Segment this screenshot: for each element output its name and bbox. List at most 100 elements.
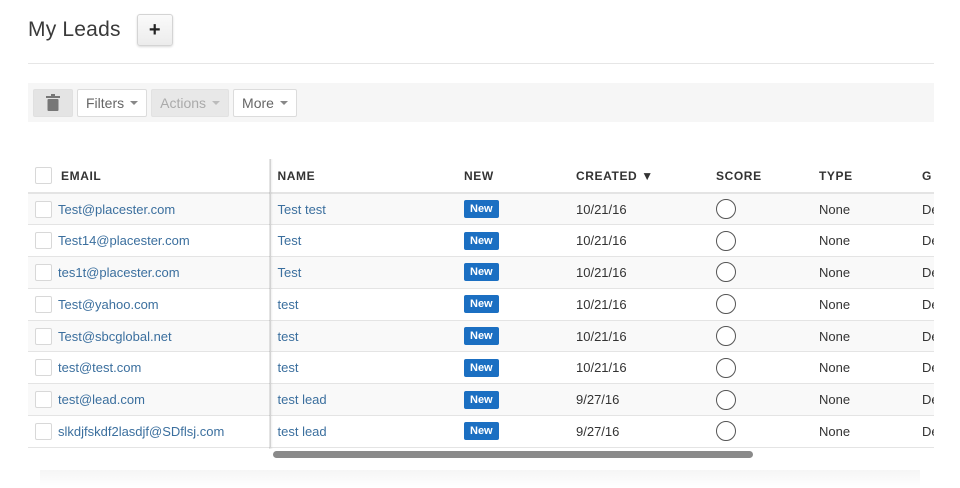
cell-extra: De — [915, 288, 934, 321]
table-row[interactable]: Test14@placester.com Test New 10/21/16 None D… — [28, 224, 934, 258]
table-row[interactable]: test@test.com test New 10/21/16 NoneDe — [28, 351, 934, 385]
cell-score — [709, 256, 812, 289]
lead-name-link[interactable]: test — [278, 297, 299, 312]
lead-name-link[interactable]: test — [278, 329, 299, 344]
table-row[interactable]: tes1t@placester.com Test New 10/21/16 NoneDe — [28, 256, 934, 289]
cell-new: New — [457, 415, 569, 448]
cell-email: slkdjfskdf2lasdjf@SDflsj.com — [28, 415, 271, 448]
more-dropdown[interactable]: More — [233, 88, 297, 117]
row-checkbox[interactable] — [35, 263, 52, 281]
cell-email: Test@sbcglobal.net — [28, 320, 271, 353]
cell-extra: De — [915, 351, 934, 385]
score-circle-icon — [716, 421, 736, 442]
cell-score — [709, 320, 812, 353]
cell-type: None — [812, 288, 915, 321]
page-header: My Leads + — [28, 12, 173, 48]
cell-new: New — [457, 320, 569, 353]
lead-name-link[interactable]: Test — [278, 265, 302, 280]
lead-email-link[interactable]: Test@placester.com — [58, 202, 175, 217]
lead-name-link[interactable]: Test — [278, 233, 302, 248]
column-header-email[interactable]: EMAIL — [28, 159, 271, 194]
column-header-type[interactable]: TYPE — [812, 159, 915, 194]
status-badge: New — [464, 231, 499, 250]
column-header-name[interactable]: NAME — [270, 159, 457, 194]
select-all-checkbox[interactable] — [35, 167, 52, 184]
cell-score — [709, 224, 812, 258]
score-circle-icon — [716, 326, 736, 347]
lead-name-link[interactable]: Test test — [278, 202, 326, 217]
status-badge: New — [464, 422, 499, 441]
lead-email-link[interactable]: tes1t@placester.com — [58, 265, 180, 280]
cell-new: New — [457, 224, 569, 258]
status-badge: New — [464, 390, 499, 409]
column-header-extra[interactable]: G — [915, 159, 934, 194]
score-circle-icon — [716, 230, 736, 251]
column-header-new[interactable]: NEW — [457, 159, 569, 194]
cell-score — [709, 351, 812, 385]
lead-name-link[interactable]: test lead — [278, 424, 327, 439]
cell-score — [709, 288, 812, 321]
cell-email: test@lead.com — [28, 383, 271, 417]
cell-name: test — [270, 351, 457, 385]
cell-name: test — [270, 288, 457, 321]
cell-new: New — [457, 351, 569, 385]
row-checkbox[interactable] — [35, 391, 52, 409]
cell-extra: De — [915, 256, 934, 289]
row-checkbox[interactable] — [35, 359, 52, 377]
table-row[interactable]: Test@yahoo.com test New 10/21/16 NoneDe — [28, 288, 934, 321]
cell-extra: De — [915, 320, 934, 353]
table-header-row: EMAIL NAME NEW CREATED ▼ SCORE TYPE G — [28, 159, 934, 194]
cell-extra: De — [915, 383, 934, 417]
cell-score — [709, 415, 812, 448]
lead-email-link[interactable]: test@lead.com — [58, 392, 145, 407]
toolbar: Filters Actions More — [28, 83, 934, 122]
column-header-score[interactable]: SCORE — [709, 159, 812, 194]
lead-email-link[interactable]: Test14@placester.com — [58, 233, 190, 248]
more-label: More — [242, 94, 274, 111]
column-header-created[interactable]: CREATED ▼ — [569, 159, 709, 194]
bottom-shadow — [40, 470, 920, 488]
leads-table: EMAIL NAME NEW CREATED ▼ SCORE TYPE G Te… — [28, 159, 934, 448]
table-row[interactable]: Test@sbcglobal.net test New 10/21/16 NoneDe — [28, 320, 934, 353]
table-row[interactable]: slkdjfskdf2lasdjf@SDflsj.com test lead New… — [28, 415, 934, 448]
lead-email-link[interactable]: test@test.com — [58, 360, 141, 375]
add-lead-button[interactable]: + — [136, 14, 173, 46]
chevron-down-icon — [279, 100, 288, 105]
cell-email: Test@placester.com — [28, 193, 271, 226]
lead-email-link[interactable]: Test@sbcglobal.net — [58, 329, 172, 344]
row-checkbox[interactable] — [35, 327, 52, 345]
cell-new: New — [457, 288, 569, 321]
cell-email: Test@yahoo.com — [28, 288, 271, 321]
cell-type: None — [812, 351, 915, 385]
row-checkbox[interactable] — [35, 200, 52, 218]
row-checkbox[interactable] — [35, 232, 52, 250]
cell-new: New — [457, 256, 569, 289]
header-divider — [28, 63, 934, 64]
cell-name: Test test — [270, 193, 457, 226]
actions-dropdown[interactable]: Actions — [151, 88, 230, 117]
cell-score — [709, 193, 812, 226]
cell-created: 10/21/16 — [569, 320, 709, 353]
filters-dropdown[interactable]: Filters — [77, 88, 148, 117]
cell-name: test lead — [270, 383, 457, 417]
cell-type: None — [812, 415, 915, 448]
cell-name: Test — [270, 256, 457, 289]
lead-name-link[interactable]: test lead — [278, 392, 327, 407]
row-checkbox[interactable] — [35, 422, 52, 440]
score-circle-icon — [716, 294, 736, 315]
row-checkbox[interactable] — [35, 295, 52, 313]
table-row[interactable]: Test@placester.com Test test New 10/21/16 No… — [28, 193, 934, 226]
horizontal-scrollbar[interactable] — [273, 451, 753, 458]
cell-extra: De — [915, 224, 934, 258]
cell-new: New — [457, 383, 569, 417]
chevron-down-icon — [130, 100, 139, 105]
score-circle-icon — [716, 262, 736, 283]
table-row[interactable]: test@lead.com test lead New 9/27/16 NoneDe — [28, 383, 934, 417]
cell-email: test@test.com — [28, 351, 271, 385]
lead-email-link[interactable]: Test@yahoo.com — [58, 297, 159, 312]
lead-email-link[interactable]: slkdjfskdf2lasdjf@SDflsj.com — [58, 424, 224, 439]
cell-created: 10/21/16 — [569, 288, 709, 321]
delete-button[interactable] — [33, 88, 73, 117]
cell-created: 10/21/16 — [569, 351, 709, 385]
lead-name-link[interactable]: test — [278, 360, 299, 375]
